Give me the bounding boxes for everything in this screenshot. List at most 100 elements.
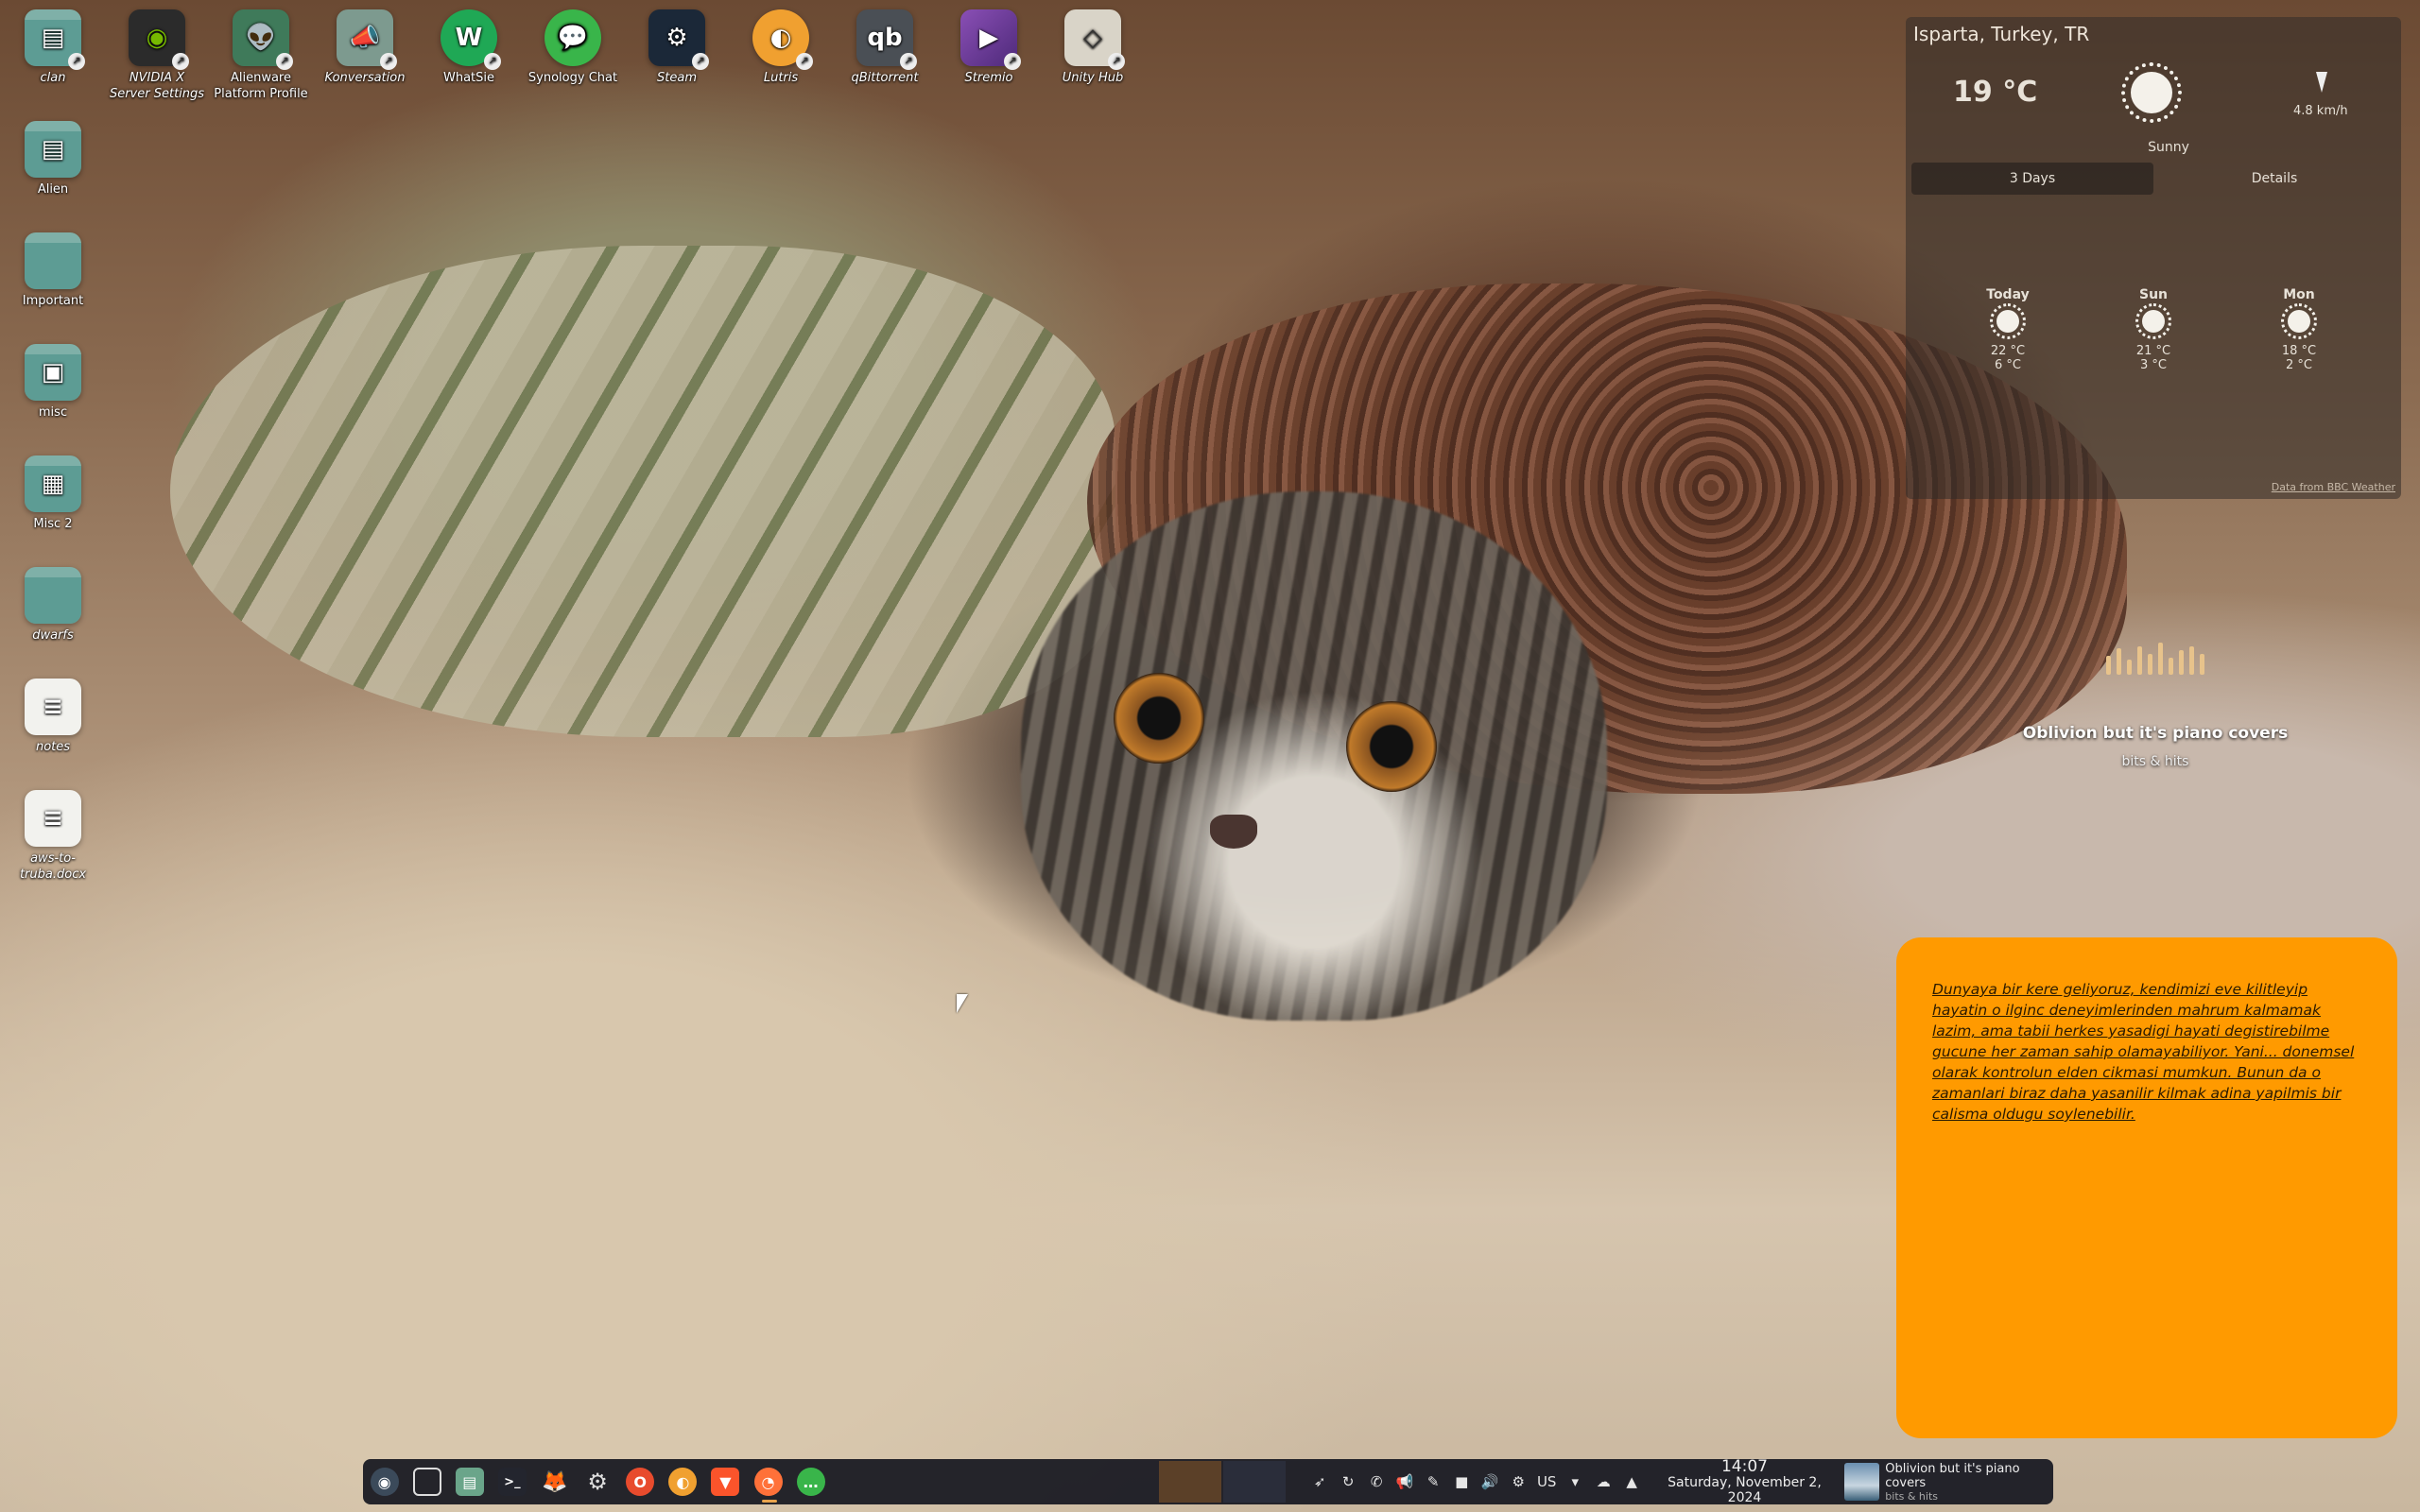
- steam-icon: ⚙ ↗: [648, 9, 709, 70]
- desktop-icon-notes[interactable]: ≡ notes: [4, 679, 102, 755]
- sticky-note[interactable]: Dunyaya bir kere geliyoruz, kendimizi ev…: [1896, 937, 2397, 1438]
- wallpaper-cat-nose: [1210, 815, 1257, 849]
- app-launcher-icon: ◉: [370, 1468, 399, 1496]
- weather-source-link[interactable]: Data from BBC Weather: [2272, 481, 2395, 493]
- desktop-icon-steam[interactable]: ⚙ ↗ Steam: [628, 9, 726, 86]
- file-manager-button[interactable]: ▤: [448, 1459, 491, 1504]
- media-stop-icon[interactable]: ■: [1450, 1470, 1473, 1493]
- firefox-button[interactable]: ◔: [747, 1459, 789, 1504]
- desktop-icon-whatsie[interactable]: W ↗ WhatSie: [420, 9, 518, 86]
- folder-icon: ▤ ↗: [25, 9, 85, 70]
- digital-clock[interactable]: 14:07 Saturday, November 2, 2024: [1654, 1458, 1835, 1505]
- desktop-icon-stremio[interactable]: ▶ ↗ Stremio: [940, 9, 1038, 86]
- alien-icon: 👽 ↗: [233, 9, 293, 70]
- whatsapp-icon: W ↗: [441, 9, 501, 70]
- pen-icon[interactable]: ✎: [1422, 1470, 1444, 1493]
- desktop-icon-synology-chat[interactable]: 💬 Synology Chat: [524, 9, 622, 86]
- taskbar-media-title: Oblivion but it's piano covers: [1885, 1461, 2020, 1490]
- folder-icon: ▤: [455, 1468, 484, 1496]
- weather-condition: Sunny: [2148, 140, 2189, 155]
- tab-details[interactable]: Details: [2153, 163, 2395, 195]
- sun-icon: [2281, 303, 2317, 339]
- wallpaper-cat: [1021, 491, 1607, 1021]
- opera-icon: O: [626, 1468, 655, 1496]
- desktop-icon-misc-2[interactable]: ▦ Misc 2: [4, 455, 102, 532]
- settings-tray-icon[interactable]: ⚙: [1507, 1470, 1530, 1493]
- desktop-icon-unity-hub[interactable]: ◇ ↗ Unity Hub: [1044, 9, 1142, 86]
- media-player-widget: Oblivion but it's piano covers bits & hi…: [2014, 643, 2297, 769]
- sun-icon: [2135, 303, 2171, 339]
- chat-bubble-icon: 💬: [544, 9, 601, 66]
- gitlab-button[interactable]: 🦊: [533, 1459, 576, 1504]
- gitlab-icon: 🦊: [542, 1469, 568, 1494]
- wallpaper-pillow: [170, 246, 1115, 737]
- desktop-icon-qbittorrent[interactable]: qb ↗ qBittorrent: [836, 9, 934, 86]
- wallpaper-cat-eye-left: [1114, 673, 1204, 764]
- whatsapp-tray-icon[interactable]: ✆: [1365, 1470, 1388, 1493]
- lutris-button[interactable]: ◐: [662, 1459, 704, 1504]
- wallpaper-cat-eye-right: [1346, 701, 1437, 792]
- volume-icon[interactable]: 🔊: [1478, 1470, 1501, 1493]
- desktop-icon: [412, 1468, 441, 1496]
- system-tray: ➶ ↻ ✆ 📢 ✎ ■ 🔊 ⚙ US ▾ ☁ ▲: [1308, 1470, 1643, 1493]
- forecast-day: Mon 18 °C 2 °C: [2281, 287, 2317, 372]
- weather-location: Isparta, Turkey, TR: [1913, 23, 2090, 45]
- clock-date: Saturday, November 2, 2024: [1668, 1475, 1822, 1505]
- lutris-icon: ◐ ↗: [752, 9, 813, 70]
- clock-time: 14:07: [1720, 1457, 1768, 1476]
- play-icon: ▶ ↗: [960, 9, 1021, 70]
- unity-icon: ◇ ↗: [1064, 9, 1125, 70]
- desktop-icon-clan[interactable]: ▤ ↗ clan: [4, 9, 102, 86]
- app-launcher-button[interactable]: ◉: [363, 1459, 406, 1504]
- gear-icon: ⚙: [587, 1469, 608, 1495]
- keyboard-layout[interactable]: US: [1535, 1470, 1558, 1493]
- virtual-desktop-pager: [1159, 1461, 1287, 1503]
- terminal-icon: >_: [497, 1468, 527, 1496]
- desktop-icon-dwarfs[interactable]: dwarfs: [4, 567, 102, 644]
- sticky-note-text[interactable]: Dunyaya bir kere geliyoruz, kendimizi ev…: [1932, 979, 2361, 1125]
- brave-button[interactable]: ▼: [704, 1459, 747, 1504]
- desktop-icon-lutris[interactable]: ◐ ↗ Lutris: [732, 9, 830, 86]
- desktop-icon-aws-to-truba[interactable]: ≡ aws-to-truba.docx: [4, 790, 102, 883]
- weather-temperature: 19 °C: [1953, 76, 2038, 109]
- megaphone-tray-icon[interactable]: 📢: [1393, 1470, 1416, 1493]
- desktop-icon-important[interactable]: Important: [4, 232, 102, 309]
- forecast-day: Today 22 °C 6 °C: [1986, 287, 2030, 372]
- desktop-icon-alienware[interactable]: 👽 ↗ Alienware Platform Profile: [212, 9, 310, 102]
- text-document-icon: ≡: [25, 679, 81, 735]
- desktop-icon-konversation[interactable]: 📣 ↗ Konversation: [316, 9, 414, 86]
- tab-3-days[interactable]: 3 Days: [1911, 163, 2153, 195]
- terminal-button[interactable]: >_: [491, 1459, 533, 1504]
- nvidia-icon: ◉ ↗: [129, 9, 189, 70]
- weather-widget: Isparta, Turkey, TR 19 °C 4.8 km/h Sunny…: [1906, 17, 2401, 499]
- taskbar: ◉ ▤ >_ 🦊 ⚙ O ◐ ▼ ◔ … ➶ ↻ ✆ 📢 ✎ ■ 🔊 ⚙ US …: [363, 1458, 2053, 1505]
- folder-icon: ▣: [25, 344, 81, 401]
- sun-icon: [1990, 303, 2026, 339]
- network-icon[interactable]: ☁: [1592, 1470, 1615, 1493]
- desktop-icon-nvidia[interactable]: ◉ ↗ NVIDIA X Server Settings: [108, 9, 206, 102]
- virtual-desktop-2[interactable]: [1223, 1461, 1287, 1503]
- rocket-icon[interactable]: ➶: [1308, 1470, 1331, 1493]
- wifi-icon[interactable]: ▾: [1564, 1470, 1586, 1493]
- sun-icon: [2121, 62, 2182, 123]
- refresh-icon[interactable]: ↻: [1337, 1470, 1359, 1493]
- mouse-cursor-icon: [957, 994, 968, 1013]
- show-desktop-button[interactable]: [406, 1459, 448, 1504]
- system-settings-button[interactable]: ⚙: [577, 1459, 619, 1504]
- audio-visualizer: [2014, 643, 2297, 675]
- virtual-desktop-1[interactable]: [1159, 1461, 1222, 1503]
- qbittorrent-icon: qb ↗: [856, 9, 917, 70]
- opera-button[interactable]: O: [619, 1459, 662, 1504]
- media-title: Oblivion but it's piano covers: [2022, 724, 2289, 743]
- wind-direction-icon: [2316, 72, 2327, 93]
- album-art: [1843, 1463, 1880, 1501]
- folder-icon: [25, 232, 81, 289]
- taskbar-media-player[interactable]: Oblivion but it's piano covers bits & hi…: [1843, 1461, 2053, 1503]
- chevron-up-icon[interactable]: ▲: [1620, 1470, 1643, 1493]
- desktop-icon-misc[interactable]: ▣ misc: [4, 344, 102, 421]
- folder-icon: [25, 567, 81, 624]
- taskbar-media-artist: bits & hits: [1885, 1489, 1939, 1503]
- synology-chat-button[interactable]: …: [789, 1459, 832, 1504]
- desktop-icon-alien[interactable]: ▤ Alien: [4, 121, 102, 198]
- chat-bubble-icon: …: [796, 1468, 825, 1496]
